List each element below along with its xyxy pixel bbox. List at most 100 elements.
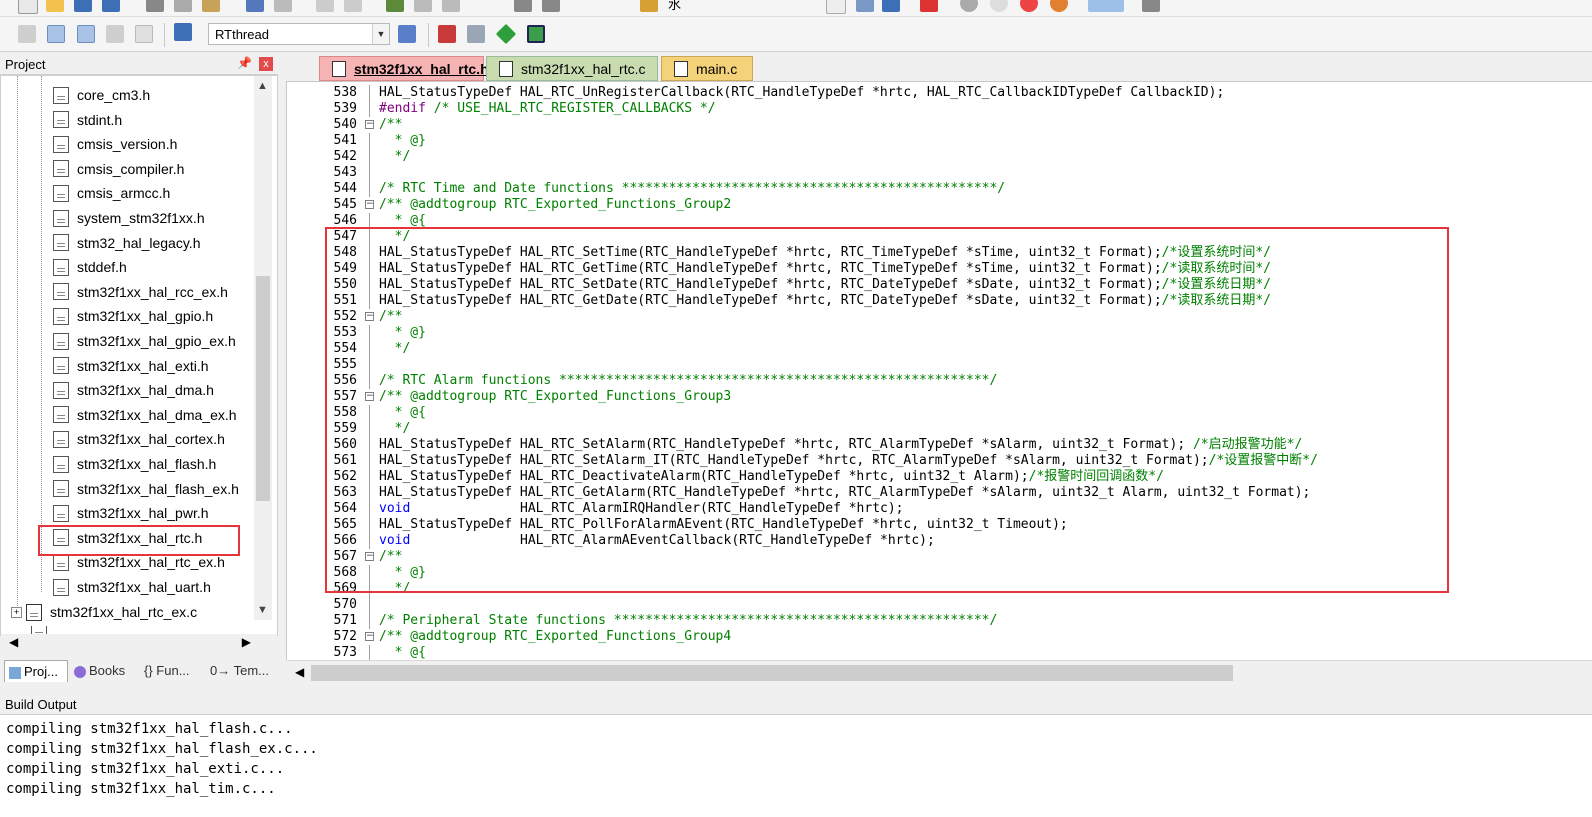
copy-icon[interactable] [174,0,192,12]
tree-file-item[interactable]: stm32f1xx_hal_dma.h [53,379,214,401]
tree-file-item[interactable]: stm32f1xx_hal_gpio.h [53,305,213,327]
tree-file-item[interactable]: cmsis_compiler.h [53,158,184,180]
chevron-down-icon[interactable]: ▼ [257,604,268,616]
tree-file-item[interactable]: cmsis_armcc.h [53,182,170,204]
stop-build-icon[interactable] [135,25,153,43]
breakpoint-clear-icon[interactable] [1050,0,1068,12]
tree-file-label: stm32f1xx_hal_rtc_ex.h [77,554,225,571]
line-number: 541 [333,133,357,148]
tree-file-item[interactable]: stm32f1xx_hal_rcc_ex.h [53,281,228,303]
tab-functions[interactable]: {} Fun... [140,660,204,682]
tree-file-label: stm32f1xx_hal_dma_ex.h [77,406,237,423]
chevron-right-icon[interactable]: ▶ [242,635,251,649]
code-line: 543 [287,165,1592,181]
tree-file-item[interactable]: core_cm3.h [53,84,150,106]
tree-file-item[interactable]: stm32f1xx_hal_gpio_ex.h [53,330,236,352]
tab-project[interactable]: Proj... [4,660,68,682]
cut-icon[interactable] [146,0,164,12]
header-file-icon [53,111,69,129]
tree-file-label: stm32_hal_legacy.h [77,234,201,251]
manage-components-icon[interactable] [438,25,456,43]
fold-toggle-icon[interactable]: − [365,632,374,641]
tree-group-item[interactable]: + stm32f1xx_hal_rtc_ex.c [11,601,197,623]
save-all-icon[interactable] [102,0,120,12]
chevron-up-icon[interactable]: ▲ [257,80,268,92]
pin-icon[interactable]: 📌 [237,56,252,71]
breakpoint-icon[interactable] [960,0,978,12]
tree-horizontal-scrollbar[interactable]: ◀ ▶ [1,634,277,652]
tree-file-item[interactable]: stdint.h [53,109,122,131]
manage-project-icon[interactable] [467,25,485,43]
debug-icon[interactable] [856,0,874,12]
tree-file-item[interactable]: stm32f1xx_hal_dma_ex.h [53,404,237,426]
tab-books[interactable]: Books [70,660,136,682]
file-icon [332,61,346,77]
tab-templates[interactable]: 0→ Tem... [206,660,276,682]
header-file-icon [53,234,69,252]
tab-main-c[interactable]: main.c [661,56,753,81]
search-dropdown-icon[interactable] [826,0,846,14]
fold-toggle-icon[interactable]: − [365,200,374,209]
window-layout-icon[interactable] [1088,0,1124,12]
run-time-env-icon[interactable] [527,25,545,43]
tree-file-item[interactable]: stm32f1xx_hal_uart.h [53,576,211,598]
scrollbar-thumb[interactable] [311,665,1233,681]
close-panel-icon[interactable]: x [259,57,273,71]
code-text: HAL_StatusTypeDef HAL_RTC_UnRegisterCall… [379,85,1225,100]
tree-file-item[interactable]: stm32f1xx_hal_pwr.h [53,502,209,524]
nav-back-icon[interactable] [316,0,334,12]
breakpoint-kill-icon[interactable] [1020,0,1038,12]
search-text[interactable]: 水 [668,0,681,13]
find-icon[interactable] [640,0,658,12]
nav-forward-icon[interactable] [344,0,362,12]
tree-file-item[interactable]: stddef.h [53,256,127,278]
tree-file-item[interactable]: stm32f1xx_hal_cortex.h [53,428,225,450]
build-output-log[interactable]: compiling stm32f1xx_hal_flash.c... compi… [0,715,1592,817]
tab-stm32f1xx-hal-rtc-c[interactable]: stm32f1xx_hal_rtc.c [486,56,658,81]
tree-vertical-scrollbar[interactable]: ▲ ▼ [254,76,272,620]
code-comment: /* RTC Time and Date functions *********… [379,181,1006,196]
redo-icon[interactable] [274,0,292,12]
main-toolbar: 水 [0,0,1592,17]
target-options-icon[interactable] [398,25,416,43]
comment-icon[interactable] [514,0,532,12]
chevron-left-icon[interactable]: ◀ [295,665,304,679]
tree-file-item[interactable]: system_stm32f1xx.h [53,207,205,229]
target-select[interactable]: RTthread ▼ [208,23,390,45]
tree-file-item[interactable]: stm32f1xx_hal_flash.h [53,453,216,475]
save-icon[interactable] [74,0,92,12]
build-icon[interactable] [47,25,65,43]
tree-file-item[interactable]: stm32f1xx_hal_flash_ex.h [53,478,239,500]
undo-icon[interactable] [246,0,264,12]
uncomment-icon[interactable] [542,0,560,12]
pack-installer-icon[interactable] [495,23,517,45]
tree-file-item[interactable]: cmsis_version.h [53,133,177,155]
tree-file-item[interactable]: stm32_hal_legacy.h [53,232,200,254]
outdent-icon[interactable] [442,0,460,12]
tree-file-label: system_stm32f1xx.h [77,210,205,226]
tab-stm32f1xx-hal-rtc-h[interactable]: stm32f1xx_hal_rtc.h [319,56,489,81]
editor-horizontal-scrollbar[interactable]: ◀ [287,660,1592,685]
indent-icon[interactable] [414,0,432,12]
zoom-icon[interactable] [920,0,938,12]
tree-file-item[interactable]: stm32f1xx_hal_exti.h [53,355,209,377]
open-folder-icon[interactable] [46,0,64,12]
download-icon[interactable] [882,0,900,12]
new-file-icon[interactable] [18,0,38,14]
scrollbar-thumb[interactable] [256,276,270,501]
bookmark-icon[interactable] [386,0,404,12]
configure-icon[interactable] [1142,0,1160,12]
fold-toggle-icon[interactable]: − [365,120,374,129]
chevron-down-icon[interactable]: ▼ [372,24,389,44]
expand-icon[interactable]: + [11,606,22,618]
breakpoint-disabled-icon[interactable] [990,0,1008,12]
translate-icon[interactable] [18,25,36,43]
code-comment: */ [379,149,411,164]
header-file-icon [53,307,69,325]
rebuild-icon[interactable] [77,25,95,43]
line-number: 540 [333,117,357,132]
load-icon[interactable] [174,23,192,41]
paste-icon[interactable] [202,0,220,12]
chevron-left-icon[interactable]: ◀ [9,635,18,649]
batch-build-icon[interactable] [106,25,124,43]
